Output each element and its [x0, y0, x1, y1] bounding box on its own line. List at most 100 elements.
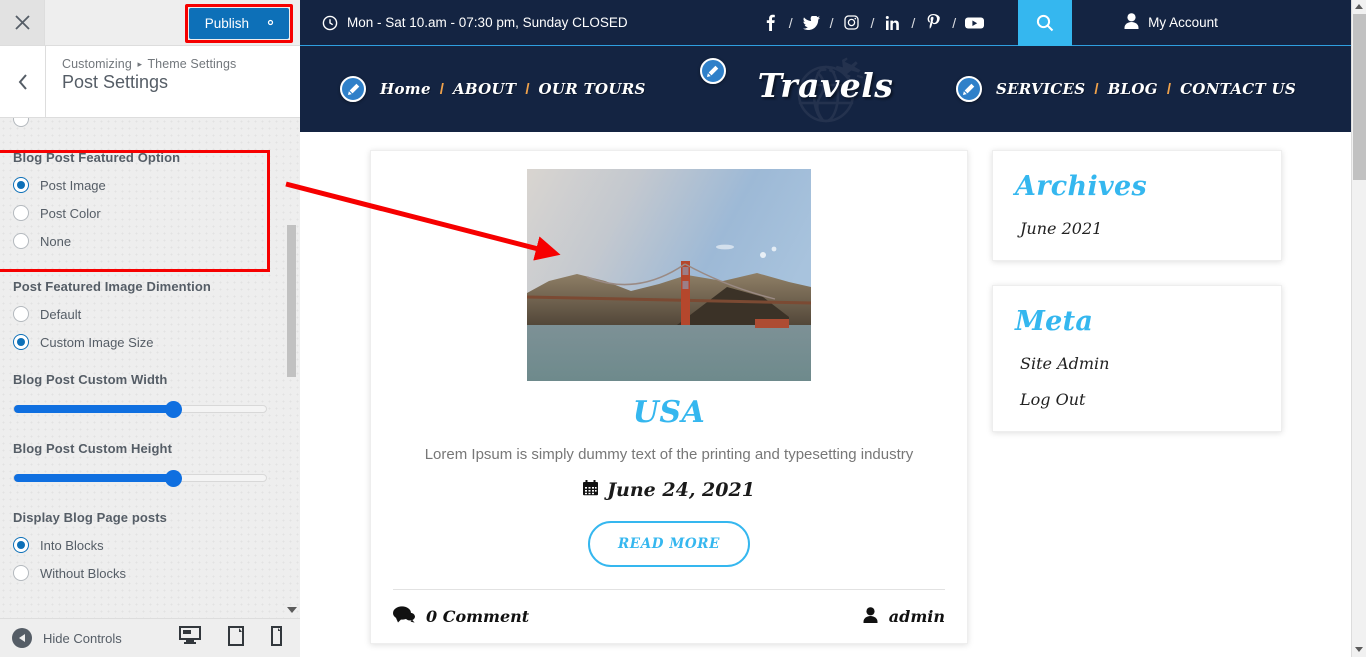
my-account-label: My Account [1148, 15, 1218, 30]
read-more-button[interactable]: READ MORE [587, 521, 750, 567]
radio-icon[interactable] [13, 205, 29, 221]
breadcrumb-current[interactable]: Theme Settings [147, 57, 236, 71]
nav-separator: / [1094, 80, 1099, 98]
radio-icon[interactable] [13, 306, 29, 322]
control-blog-post-featured-option: Blog Post Featured Option Post Image Pos… [13, 150, 287, 249]
social-separator: / [911, 14, 916, 31]
nav-link-contact-us[interactable]: CONTACT US [1180, 80, 1296, 98]
user-icon [863, 606, 878, 627]
radio-label: Custom Image Size [40, 334, 154, 350]
social-links: / / / / / [761, 14, 985, 31]
hide-controls-button[interactable]: Hide Controls [0, 628, 122, 648]
slider-handle[interactable] [164, 470, 182, 487]
breadcrumb-root[interactable]: Customizing [62, 57, 132, 71]
radio-label: Post Color [40, 205, 101, 221]
scroll-down-arrow-icon[interactable] [1355, 647, 1363, 652]
pinterest-icon[interactable] [924, 14, 943, 31]
search-button[interactable] [1018, 0, 1073, 46]
publish-button[interactable]: Publish [188, 8, 289, 39]
radio-default[interactable]: Default [13, 306, 287, 322]
pencil-edit-icon[interactable] [955, 76, 982, 102]
mobile-preview-icon[interactable] [271, 625, 282, 651]
radio-icon[interactable] [13, 334, 29, 350]
nav-link-about[interactable]: ABOUT [453, 80, 516, 98]
social-separator: / [870, 14, 875, 31]
twitter-icon[interactable] [802, 15, 821, 30]
control-label: Blog Post Custom Height [13, 441, 173, 456]
slider-track[interactable] [13, 470, 267, 487]
sidebar-scrollbar-thumb[interactable] [287, 225, 296, 377]
radio-post-color[interactable]: Post Color [13, 205, 287, 221]
post-author-name: admin [888, 607, 945, 626]
brand-logo[interactable]: Travels [746, 52, 906, 126]
desktop-preview-icon[interactable] [179, 625, 201, 651]
wordpress-customizer-sidebar: Publish Customizing ▸ Theme Settings Pos… [0, 0, 300, 657]
my-account-link[interactable]: My Account [1072, 13, 1218, 32]
widget-title: Meta [1015, 306, 1094, 337]
radio-icon[interactable] [13, 233, 29, 249]
radio-icon[interactable] [13, 537, 29, 553]
post-author[interactable]: admin [863, 606, 945, 627]
breadcrumb-separator-icon: ▸ [137, 59, 143, 69]
slider-track[interactable] [13, 401, 267, 418]
pencil-edit-icon[interactable] [699, 58, 726, 84]
close-icon [14, 15, 30, 30]
gear-icon[interactable] [263, 15, 278, 32]
radio-icon[interactable] [13, 177, 29, 193]
brand-name: Travels [757, 66, 894, 105]
read-more-wrap: READ MORE [393, 521, 945, 567]
radio-icon[interactable] [13, 565, 29, 581]
radio-post-image[interactable]: Post Image [13, 177, 287, 193]
slider-blog-post-custom-height[interactable] [13, 468, 287, 488]
nav-links-right: SERVICES / BLOG / CONTACT US [996, 80, 1296, 98]
collapse-arrow-icon [12, 628, 32, 648]
nav-links-left: Home / ABOUT / OUR TOURS [380, 80, 646, 98]
comment-count[interactable]: 0 Comment [393, 606, 529, 627]
scroll-down-arrow-icon[interactable] [287, 607, 297, 613]
browser-scrollbar-thumb[interactable] [1353, 14, 1366, 180]
nav-link-home[interactable]: Home [380, 80, 431, 98]
radio-into-blocks[interactable]: Into Blocks [13, 537, 287, 553]
business-hours: Mon - Sat 10.am - 07:30 pm, Sunday CLOSE… [322, 15, 628, 31]
radio-none[interactable]: None [13, 233, 287, 249]
site-content: USA Lorem Ipsum is simply dummy text of … [300, 132, 1351, 657]
panel-titles: Customizing ▸ Theme Settings Post Settin… [46, 46, 236, 117]
radio-label: Default [40, 306, 82, 322]
nav-link-services[interactable]: SERVICES [996, 80, 1085, 98]
social-separator: / [952, 14, 957, 31]
pencil-edit-icon[interactable] [340, 76, 366, 102]
slider-blog-post-custom-width[interactable] [13, 399, 287, 419]
archives-link-june-2021[interactable]: June 2021 [1015, 219, 1259, 238]
site-topbar: Mon - Sat 10.am - 07:30 pm, Sunday CLOSE… [300, 0, 1351, 46]
facebook-icon[interactable] [761, 14, 780, 31]
instagram-icon[interactable] [842, 15, 861, 30]
radio-custom-image-size[interactable]: Custom Image Size [13, 334, 287, 350]
scroll-up-arrow-icon[interactable] [1355, 4, 1363, 9]
nav-link-blog[interactable]: BLOG [1108, 80, 1158, 98]
tablet-preview-icon[interactable] [228, 625, 244, 651]
widget-archives: Archives June 2021 [992, 150, 1282, 261]
customizer-controls-scroll-area[interactable]: Blog Post Featured Option Post Image Pos… [0, 118, 300, 618]
customizer-panel-header: Customizing ▸ Theme Settings Post Settin… [0, 46, 300, 118]
radio-without-blocks[interactable]: Without Blocks [13, 565, 287, 581]
meta-link-site-admin[interactable]: Site Admin [1015, 354, 1259, 373]
meta-link-log-out[interactable]: Log Out [1015, 390, 1259, 409]
site-branding[interactable]: Travels [699, 52, 906, 126]
linkedin-icon[interactable] [883, 15, 902, 30]
control-label: Blog Post Custom Width [13, 372, 168, 387]
nav-link-our-tours[interactable]: OUR TOURS [539, 80, 646, 98]
back-button[interactable] [0, 46, 46, 117]
device-preview-switcher [179, 625, 300, 651]
slider-fill [14, 405, 173, 413]
publish-highlight-box: Publish [184, 4, 293, 43]
youtube-icon[interactable] [965, 16, 985, 30]
business-hours-text: Mon - Sat 10.am - 07:30 pm, Sunday CLOSE… [347, 15, 628, 30]
post-title[interactable]: USA [393, 395, 945, 430]
golden-gate-bridge-photo[interactable] [527, 169, 811, 381]
slider-handle[interactable] [164, 401, 182, 418]
nav-separator: / [439, 80, 444, 98]
browser-scrollbar[interactable] [1351, 0, 1366, 657]
close-customizer-button[interactable] [0, 0, 45, 45]
blog-post-card: USA Lorem Ipsum is simply dummy text of … [370, 150, 968, 644]
post-date: June 24, 2021 [393, 479, 945, 501]
